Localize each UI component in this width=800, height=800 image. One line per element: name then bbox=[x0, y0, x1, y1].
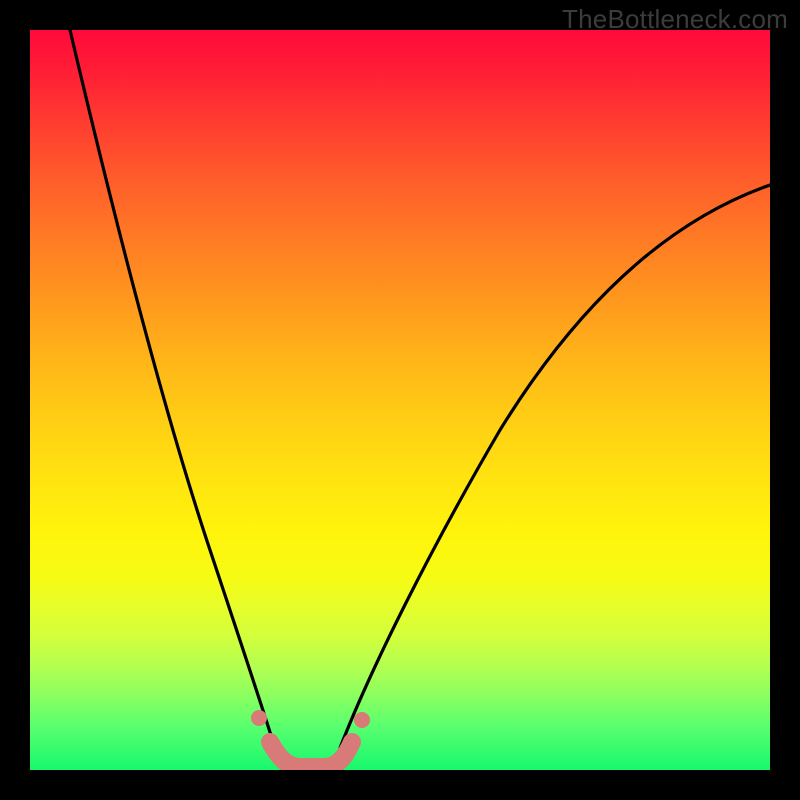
chart-svg bbox=[30, 30, 770, 770]
curve-bottom-flat bbox=[270, 742, 352, 767]
curve-right-arm bbox=[340, 185, 770, 748]
plot-area bbox=[30, 30, 770, 770]
curve-left-arm bbox=[70, 30, 275, 748]
marker-dot-left-1 bbox=[251, 710, 267, 726]
chart-frame: TheBottleneck.com bbox=[0, 0, 800, 800]
marker-dot-right-1 bbox=[354, 712, 370, 728]
